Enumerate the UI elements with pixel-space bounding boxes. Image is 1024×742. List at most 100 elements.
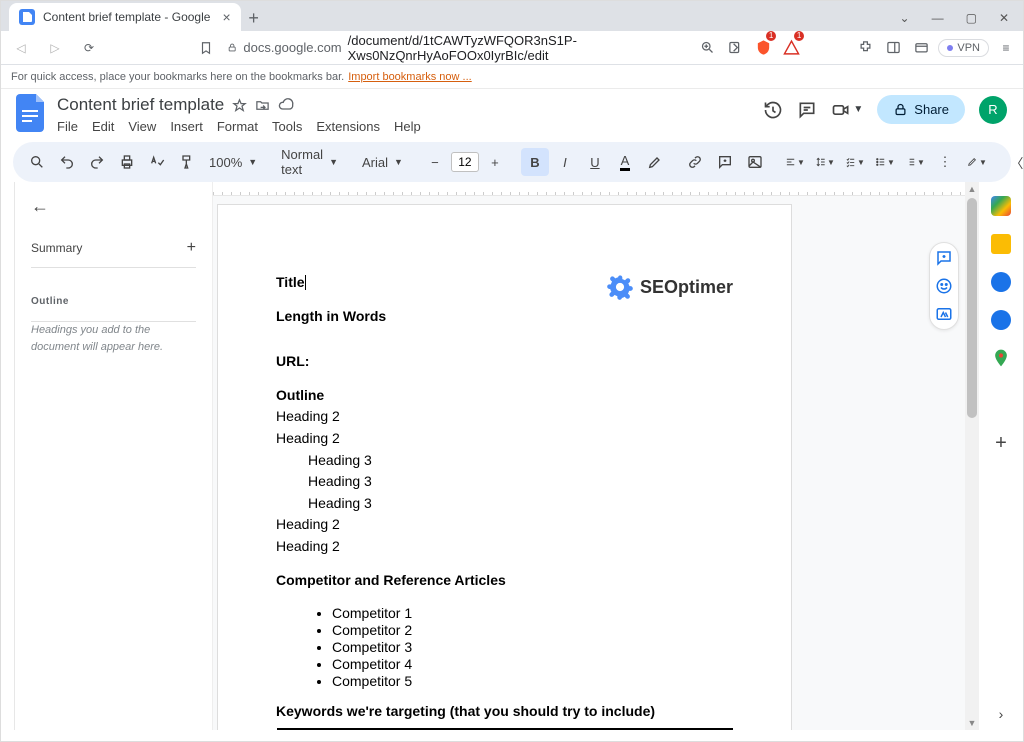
share-url-icon[interactable] bbox=[724, 34, 746, 62]
account-avatar[interactable]: R bbox=[979, 96, 1007, 124]
outline-hint: Headings you add to the document will ap… bbox=[31, 321, 196, 355]
search-menus-icon[interactable] bbox=[23, 148, 51, 176]
outline-back-icon[interactable]: ← bbox=[31, 196, 196, 217]
nav-back-button[interactable]: ◁ bbox=[7, 34, 35, 62]
maximize-icon[interactable]: ▢ bbox=[966, 11, 977, 25]
editing-mode-button[interactable]: ▼ bbox=[963, 148, 991, 176]
calendar-app-icon[interactable] bbox=[991, 196, 1011, 216]
document-page[interactable]: SEOptimer Title Length in Words URL: Out… bbox=[217, 204, 792, 730]
scroll-thumb[interactable] bbox=[967, 198, 977, 418]
new-tab-button[interactable]: + bbox=[241, 5, 267, 31]
menu-tools[interactable]: Tools bbox=[272, 119, 302, 134]
font-size-input[interactable] bbox=[451, 152, 479, 172]
underline-button[interactable]: U bbox=[581, 148, 609, 176]
meet-icon[interactable]: ▼ bbox=[831, 100, 863, 120]
document-title[interactable]: Content brief template bbox=[57, 95, 224, 115]
add-emoji-icon[interactable] bbox=[935, 277, 953, 295]
insert-link-icon[interactable] bbox=[681, 148, 709, 176]
style-select[interactable]: Normal text▼ bbox=[275, 147, 344, 177]
cloud-status-icon[interactable] bbox=[278, 97, 294, 113]
url-field[interactable]: docs.google.com/document/d/1tCAWTyzWFQOR… bbox=[223, 33, 690, 63]
menu-extensions[interactable]: Extensions bbox=[316, 119, 380, 134]
extension-triangle-icon[interactable]: 1 bbox=[780, 34, 802, 62]
bookmark-icon[interactable] bbox=[195, 34, 217, 62]
bulleted-list-button[interactable]: ▼ bbox=[871, 148, 899, 176]
more-tools-icon[interactable]: ⋮ bbox=[931, 148, 959, 176]
minimize-icon[interactable]: — bbox=[932, 11, 944, 25]
list-item: Competitor 1 bbox=[332, 605, 733, 621]
reload-button[interactable]: ⟳ bbox=[75, 34, 103, 62]
maps-app-icon[interactable] bbox=[991, 348, 1011, 368]
list-item: Competitor 3 bbox=[332, 639, 733, 655]
keywords-table: Keyword Monthly Search Volume Keyword Di… bbox=[276, 728, 733, 730]
vpn-badge[interactable]: VPN bbox=[938, 39, 989, 57]
italic-button[interactable]: I bbox=[551, 148, 579, 176]
browser-tab[interactable]: Content brief template - Google × bbox=[9, 3, 241, 31]
keep-app-icon[interactable] bbox=[991, 234, 1011, 254]
doc-outline-heading: Outline bbox=[276, 387, 324, 403]
url-host: docs.google.com bbox=[243, 40, 341, 55]
print-icon[interactable] bbox=[113, 148, 141, 176]
vertical-scrollbar[interactable]: ▲ ▼ bbox=[965, 182, 979, 730]
menu-edit[interactable]: Edit bbox=[92, 119, 114, 134]
share-label: Share bbox=[914, 102, 949, 117]
align-button[interactable]: ▼ bbox=[781, 148, 809, 176]
docs-logo-icon[interactable] bbox=[13, 95, 49, 131]
zoom-select[interactable]: 100%▼ bbox=[203, 155, 263, 170]
text-color-button[interactable]: A bbox=[611, 148, 639, 176]
numbered-list-button[interactable]: ▼ bbox=[901, 148, 929, 176]
share-button[interactable]: Share bbox=[877, 95, 965, 124]
menu-view[interactable]: View bbox=[128, 119, 156, 134]
scroll-down-icon[interactable]: ▼ bbox=[965, 716, 979, 730]
menu-help[interactable]: Help bbox=[394, 119, 421, 134]
font-select[interactable]: Arial▼ bbox=[356, 155, 409, 170]
scroll-up-icon[interactable]: ▲ bbox=[965, 182, 979, 196]
import-bookmarks-link[interactable]: Import bookmarks now ... bbox=[348, 71, 472, 83]
contacts-app-icon[interactable] bbox=[991, 310, 1011, 330]
font-size-increase[interactable]: + bbox=[481, 148, 509, 176]
close-tab-icon[interactable]: × bbox=[222, 9, 230, 25]
document-canvas[interactable]: SEOptimer Title Length in Words URL: Out… bbox=[213, 182, 965, 730]
insert-image-icon[interactable] bbox=[741, 148, 769, 176]
horizontal-ruler[interactable] bbox=[213, 182, 965, 196]
collapse-toolbar-icon[interactable]: 〈 bbox=[1003, 148, 1024, 176]
competitor-list: Competitor 1 Competitor 2 Competitor 3 C… bbox=[276, 605, 733, 689]
add-summary-icon[interactable]: + bbox=[187, 239, 196, 257]
menu-file[interactable]: File bbox=[57, 119, 78, 134]
spellcheck-icon[interactable] bbox=[143, 148, 171, 176]
history-icon[interactable] bbox=[763, 100, 783, 120]
chevron-down-icon[interactable]: ⌄ bbox=[900, 11, 910, 25]
browser-menu-icon[interactable]: ≡ bbox=[995, 34, 1017, 62]
menu-format[interactable]: Format bbox=[217, 119, 258, 134]
wallet-icon[interactable] bbox=[910, 34, 932, 62]
sidepanel-icon[interactable] bbox=[882, 34, 904, 62]
close-window-icon[interactable]: ✕ bbox=[999, 11, 1009, 25]
undo-icon[interactable] bbox=[53, 148, 81, 176]
redo-icon[interactable] bbox=[83, 148, 111, 176]
star-icon[interactable] bbox=[232, 98, 247, 113]
nav-forward-button[interactable]: ▷ bbox=[41, 34, 69, 62]
move-icon[interactable] bbox=[255, 98, 270, 113]
zoom-icon[interactable] bbox=[696, 34, 718, 62]
add-app-icon[interactable]: + bbox=[995, 432, 1007, 455]
font-size-decrease[interactable]: − bbox=[421, 148, 449, 176]
add-comment-icon[interactable] bbox=[935, 249, 953, 267]
paint-format-icon[interactable] bbox=[173, 148, 201, 176]
extension-brave-icon[interactable]: 1 bbox=[752, 34, 774, 62]
insert-comment-icon[interactable] bbox=[711, 148, 739, 176]
docs-header: Content brief template File Edit View In… bbox=[1, 89, 1023, 134]
outline-h3: Heading 3 bbox=[276, 494, 733, 514]
hide-panel-icon[interactable]: › bbox=[999, 706, 1004, 722]
highlight-button[interactable] bbox=[641, 148, 669, 176]
docs-menubar: File Edit View Insert Format Tools Exten… bbox=[57, 119, 421, 134]
bold-button[interactable]: B bbox=[521, 148, 549, 176]
menu-insert[interactable]: Insert bbox=[170, 119, 203, 134]
tasks-app-icon[interactable] bbox=[991, 272, 1011, 292]
extensions-icon[interactable] bbox=[854, 34, 876, 62]
comment-history-icon[interactable] bbox=[797, 100, 817, 120]
line-spacing-button[interactable]: ▼ bbox=[811, 148, 839, 176]
lock-icon bbox=[227, 41, 237, 54]
doc-url-heading: URL: bbox=[276, 353, 309, 369]
suggest-edits-icon[interactable] bbox=[935, 305, 953, 323]
checklist-button[interactable]: ▼ bbox=[841, 148, 869, 176]
